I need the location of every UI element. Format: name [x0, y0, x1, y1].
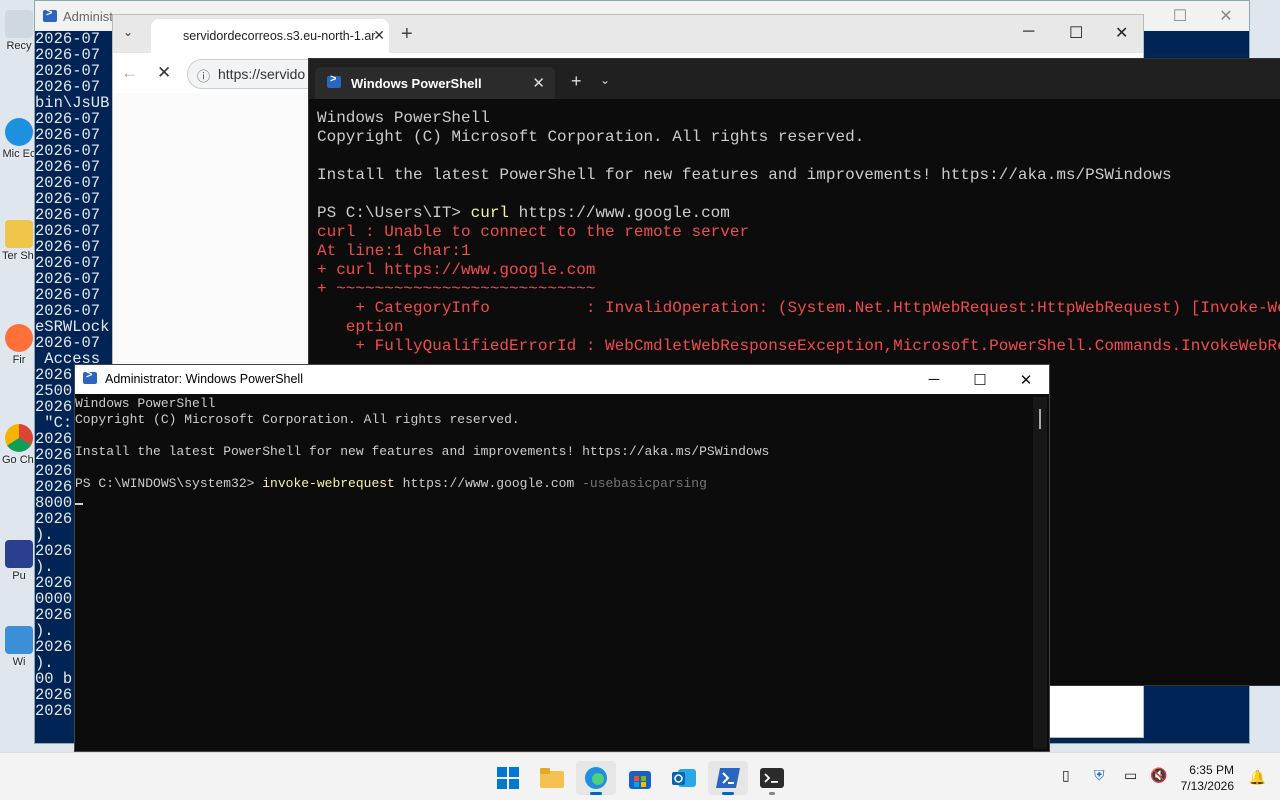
address-text: https://servido [218, 66, 306, 82]
console-argument: https://www.google.com [394, 476, 583, 491]
desktop-icon-terminal-shortcut[interactable]: Ter Sho [2, 220, 36, 278]
browser-tab-title: servidordecorreos.s3.eu-north-1.ar [183, 29, 376, 43]
browser-tabstrip: ⌄ servidordecorreos.s3.eu-north-1.ar ✕ +… [113, 15, 1143, 53]
terminal-line: Windows PowerShell [317, 109, 490, 127]
desktop-icon-edge[interactable]: Mic Ec [2, 118, 36, 176]
close-button[interactable]: ✕ [1003, 365, 1049, 394]
terminal-line: Install the latest PowerShell for new fe… [317, 166, 1172, 184]
dropdown-chevron-icon[interactable]: ⌄ [600, 73, 610, 87]
taskbar: ▯ ⛨ ▭ 🔇 6:35 PM 7/13/2026 🔔 [0, 752, 1280, 800]
terminal-error-line: eption [317, 318, 404, 336]
windows-logo-icon [497, 767, 519, 789]
folder-icon [5, 220, 33, 248]
outlook-icon [672, 769, 696, 787]
browser-tab[interactable]: servidordecorreos.s3.eu-north-1.ar ✕ [151, 19, 389, 53]
volume-muted-icon[interactable]: 🔇 [1150, 767, 1167, 784]
new-tab-button[interactable]: + [401, 23, 413, 46]
terminal-error-line: + CategoryInfo : InvalidOperation: (Syst… [317, 299, 1280, 317]
desktop-icon-chrome[interactable]: Go Chr [2, 424, 36, 482]
background-console-caption-buttons: ☐ ✕ [1157, 1, 1249, 31]
console-line: Install the latest PowerShell for new fe… [75, 444, 770, 459]
terminal-prompt: PS C:\Users\IT> [317, 204, 471, 222]
active-indicator [722, 792, 734, 795]
terminal-line: Copyright (C) Microsoft Corporation. All… [317, 128, 865, 146]
terminal-argument: https://www.google.com [509, 204, 730, 222]
wireshark-icon [5, 626, 33, 654]
taskbar-store[interactable] [620, 761, 660, 795]
firefox-icon [5, 324, 33, 352]
terminal-tab[interactable]: Windows PowerShell ✕ [315, 67, 555, 99]
close-button[interactable]: ✕ [1115, 23, 1128, 43]
active-indicator [590, 792, 602, 795]
chrome-icon [5, 424, 33, 452]
stop-loading-icon[interactable]: ✕ [157, 63, 171, 83]
taskbar-edge[interactable] [576, 761, 616, 795]
terminal-error-line: + FullyQualifiedErrorId : WebCmdletWebRe… [317, 337, 1280, 355]
terminal-error-line: At line:1 char:1 [317, 242, 471, 260]
maximize-button[interactable]: ☐ [1157, 1, 1203, 31]
clock[interactable]: 6:35 PM 7/13/2026 [1181, 762, 1234, 794]
usb-icon[interactable]: ▯ [1062, 767, 1070, 784]
clock-date: 7/13/2026 [1180, 779, 1234, 793]
taskbar-terminal[interactable] [752, 761, 792, 795]
edge-icon [5, 118, 33, 146]
terminal-output: Windows PowerShell Copyright (C) Microso… [309, 99, 1280, 356]
powershell-icon [83, 369, 97, 384]
admin-caption-buttons: ─ ☐ ✕ [911, 365, 1049, 394]
admin-powershell-titlebar[interactable]: Administrator: Windows PowerShell ─ ☐ ✕ [75, 365, 1049, 394]
taskbar-powershell[interactable] [708, 761, 748, 795]
terminal-error-line: + curl https://www.google.com [317, 261, 596, 279]
folder-icon [540, 768, 564, 788]
text-cursor [75, 503, 83, 505]
store-icon [629, 771, 651, 789]
desktop-icon-firefox[interactable]: Fir [2, 324, 36, 382]
back-icon[interactable]: ← [121, 63, 138, 83]
taskbar-outlook[interactable] [664, 761, 704, 795]
taskbar-file-explorer[interactable] [532, 761, 572, 795]
terminal-error-line: curl : Unable to connect to the remote s… [317, 223, 750, 241]
close-button[interactable]: ✕ [1203, 1, 1249, 31]
start-button[interactable] [488, 761, 528, 795]
desktop-icon-putty[interactable]: Pu [2, 540, 36, 598]
admin-console-output[interactable]: Windows PowerShell Copyright (C) Microso… [75, 394, 1049, 508]
admin-powershell-window[interactable]: Administrator: Windows PowerShell ─ ☐ ✕ … [74, 364, 1050, 752]
maximize-button[interactable]: ☐ [957, 365, 1003, 394]
minimize-button[interactable]: ─ [911, 365, 957, 394]
tab-search-chevron-icon[interactable]: ⌄ [123, 25, 133, 39]
console-prompt: PS C:\WINDOWS\system32> [75, 476, 263, 491]
maximize-button[interactable]: ☐ [1069, 23, 1083, 43]
background-console-line: 2026 [35, 702, 73, 720]
clock-time: 6:35 PM [1189, 763, 1234, 777]
powershell-icon [716, 768, 740, 788]
scrollbar-thumb[interactable] [1039, 409, 1041, 429]
info-icon[interactable]: ⓘ [197, 66, 210, 85]
terminal-command: curl [470, 204, 510, 222]
powershell-icon [327, 73, 341, 88]
tab-close-icon[interactable]: ✕ [373, 27, 385, 44]
edge-icon [585, 767, 607, 789]
running-indicator [769, 792, 775, 795]
putty-icon [5, 540, 33, 568]
notification-bell-icon[interactable]: 🔔 [1249, 769, 1266, 786]
console-line: Copyright (C) Microsoft Corporation. All… [75, 412, 520, 427]
terminal-tab-title: Windows PowerShell [351, 76, 482, 91]
background-console-title: Administ [63, 8, 113, 24]
desktop-icon-recycle-bin[interactable]: Recy [2, 10, 36, 68]
network-icon[interactable]: ▭ [1124, 767, 1137, 784]
admin-scrollbar[interactable] [1033, 397, 1047, 749]
console-command: invoke-webrequest [262, 476, 395, 491]
desktop-icon-wireshark[interactable]: Wi [2, 626, 36, 684]
admin-powershell-title: Administrator: Windows PowerShell [105, 372, 303, 386]
tab-close-icon[interactable]: ✕ [532, 74, 545, 92]
terminal-tabbar: Windows PowerShell ✕ + ⌄ [309, 59, 1280, 99]
defender-shield-icon[interactable]: ⛨ [1094, 767, 1105, 784]
terminal-error-line: + ~~~~~~~~~~~~~~~~~~~~~~~~~~~ [317, 280, 596, 298]
console-line: Windows PowerShell [75, 396, 216, 411]
new-tab-button[interactable]: + [571, 71, 582, 92]
recycle-bin-icon [5, 10, 33, 38]
console-icon [43, 7, 57, 22]
terminal-icon [760, 768, 784, 788]
minimize-button[interactable]: ─ [1023, 23, 1034, 41]
console-parameter: -usebasicparsing [582, 476, 707, 491]
